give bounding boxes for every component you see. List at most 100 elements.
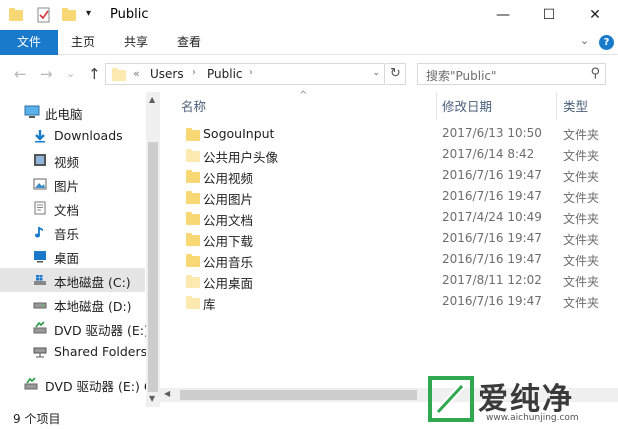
nav-item-shared-folders[interactable]: Shared Folders (0, 340, 148, 364)
ribbon-collapse-icon[interactable]: ⌄ (580, 34, 589, 47)
file-date: 2017/6/13 10:50 (442, 126, 542, 140)
list-item[interactable]: SogouInput 2017/6/13 10:50 文件夹 (160, 124, 618, 145)
scrollbar-thumb[interactable] (148, 142, 158, 392)
nav-label: Shared Folders (54, 344, 148, 359)
list-item[interactable]: 公共用户头像 2017/6/14 8:42 文件夹 (160, 145, 618, 166)
overflow-chevron-icon[interactable]: « (133, 67, 140, 80)
breadcrumb-separator[interactable]: › (192, 67, 196, 78)
folder-light-icon (186, 275, 200, 288)
nav-label: 文档 (54, 203, 80, 218)
title-bar: ▾ Public — ☐ ✕ (0, 0, 618, 30)
desktop-icon (33, 249, 47, 263)
list-item[interactable]: 库 2016/7/16 19:47 文件夹 (160, 292, 618, 313)
close-button[interactable]: ✕ (572, 0, 618, 30)
refresh-button[interactable]: ↻ (386, 63, 406, 85)
file-date: 2016/7/16 19:47 (442, 168, 542, 182)
recent-locations-icon[interactable]: ⌄ (66, 67, 75, 80)
scroll-up-icon[interactable]: ▲ (149, 95, 155, 104)
breadcrumb-separator[interactable]: › (249, 67, 253, 78)
list-item[interactable]: 公用视频 2016/7/16 19:47 文件夹 (160, 166, 618, 187)
back-arrow-icon[interactable]: ← (14, 65, 27, 83)
watermark-logo: 爱纯净 www.aichunjing.com (428, 372, 618, 429)
nav-item-dvd-drive[interactable]: DVD 驱动器 (E:) (0, 316, 149, 340)
column-header-type[interactable]: 类型 (563, 96, 588, 120)
tab-home[interactable]: 主页 (62, 30, 104, 55)
column-header-date[interactable]: 修改日期 (442, 96, 492, 120)
list-item[interactable]: 公用图片 2016/7/16 19:47 文件夹 (160, 187, 618, 208)
forward-arrow-icon[interactable]: → (40, 65, 53, 83)
pictures-icon (33, 177, 47, 191)
file-type: 文件夹 (563, 128, 600, 142)
list-item[interactable]: 公用桌面 2017/8/11 12:02 文件夹 (160, 271, 618, 292)
tab-file[interactable]: 文件 (0, 30, 58, 55)
nav-item-this-pc[interactable]: 此电脑 (0, 100, 145, 124)
search-input[interactable]: 搜索"Public" ⚲ (417, 63, 606, 85)
scrollbar-thumb[interactable] (180, 390, 417, 400)
file-name: SogouInput (203, 126, 275, 141)
nav-item-local-disk-c[interactable]: 本地磁盘 (C:) (0, 268, 145, 292)
address-dropdown-icon[interactable]: ⌄ (372, 68, 380, 78)
help-icon[interactable]: ? (599, 35, 614, 50)
file-type: 文件夹 (563, 191, 600, 205)
up-arrow-icon[interactable]: ↑ (88, 65, 101, 83)
qat-dropdown-icon[interactable]: ▾ (86, 8, 102, 24)
column-header-name[interactable]: 名称 (181, 96, 206, 120)
nav-scrollbar[interactable]: ▲ ▼ (146, 92, 160, 407)
nav-label: 本地磁盘 (C:) (54, 275, 131, 290)
folder-icon (186, 212, 200, 225)
music-note-icon (33, 225, 47, 239)
network-drive-icon (33, 345, 47, 359)
file-type: 文件夹 (563, 170, 600, 184)
folder-icon (186, 254, 200, 267)
nav-label: 音乐 (54, 227, 80, 242)
nav-item-pictures[interactable]: 图片 (0, 172, 145, 196)
new-folder-icon[interactable] (62, 7, 78, 23)
nav-item-dvd-drive-2[interactable]: DVD 驱动器 (E:) C (0, 372, 153, 396)
download-arrow-icon (33, 129, 47, 143)
properties-icon[interactable] (36, 7, 52, 23)
scroll-down-icon[interactable]: ▼ (149, 394, 155, 403)
nav-item-music[interactable]: 音乐 (0, 220, 145, 244)
address-row: ← → ⌄ ↑ « Users › Public › ⌄ ↻ 搜索"Public… (0, 56, 618, 92)
nav-label: 图片 (54, 179, 80, 194)
file-name: 公用桌面 (203, 276, 254, 291)
file-type: 文件夹 (563, 233, 600, 247)
breadcrumb-public[interactable]: Public (207, 67, 243, 81)
nav-item-downloads[interactable]: Downloads (0, 124, 145, 148)
file-date: 2017/4/24 10:49 (442, 210, 542, 224)
file-date: 2016/7/16 19:47 (442, 189, 542, 203)
list-item[interactable]: 公用音乐 2016/7/16 19:47 文件夹 (160, 250, 618, 271)
nav-item-desktop[interactable]: 桌面 (0, 244, 145, 268)
file-name: 公用视频 (203, 171, 254, 186)
nav-item-videos[interactable]: 视频 (0, 148, 145, 172)
tab-share[interactable]: 共享 (115, 30, 157, 55)
list-item[interactable]: 公用文档 2017/4/24 10:49 文件夹 (160, 208, 618, 229)
maximize-button[interactable]: ☐ (526, 0, 572, 30)
scroll-left-icon[interactable]: ◀ (164, 389, 170, 398)
file-type: 文件夹 (563, 275, 600, 289)
search-placeholder: 搜索"Public" (426, 69, 497, 83)
file-name: 公用音乐 (203, 255, 254, 270)
tab-view[interactable]: 查看 (168, 30, 210, 55)
breadcrumb-users[interactable]: Users (150, 67, 184, 81)
nav-item-local-disk-d[interactable]: 本地磁盘 (D:) (0, 292, 145, 316)
file-type: 文件夹 (563, 254, 600, 268)
watermark-url: www.aichunjing.com (486, 413, 579, 423)
drive-icon (33, 297, 47, 311)
nav-item-documents[interactable]: 文档 (0, 196, 145, 220)
search-icon[interactable]: ⚲ (590, 66, 600, 81)
file-date: 2016/7/16 19:47 (442, 231, 542, 245)
column-divider[interactable] (556, 92, 557, 120)
ribbon-tabs: 文件 主页 共享 查看 ⌄ ? (0, 30, 618, 55)
column-divider[interactable] (436, 92, 437, 120)
nav-label: 本地磁盘 (D:) (54, 299, 132, 314)
list-item[interactable]: 公用下载 2016/7/16 19:47 文件夹 (160, 229, 618, 250)
address-bar[interactable]: « Users › Public › ⌄ (105, 63, 385, 85)
documents-icon (33, 201, 47, 215)
navigation-pane: 此电脑 Downloads 视频 图片 文档 音乐 桌面 本地磁盘 (C:) 本… (0, 92, 160, 407)
file-date: 2017/8/11 12:02 (442, 273, 542, 287)
file-type: 文件夹 (563, 149, 600, 163)
minimize-button[interactable]: — (480, 0, 526, 30)
file-date: 2016/7/16 19:47 (442, 252, 542, 266)
folder-icon (186, 128, 200, 141)
